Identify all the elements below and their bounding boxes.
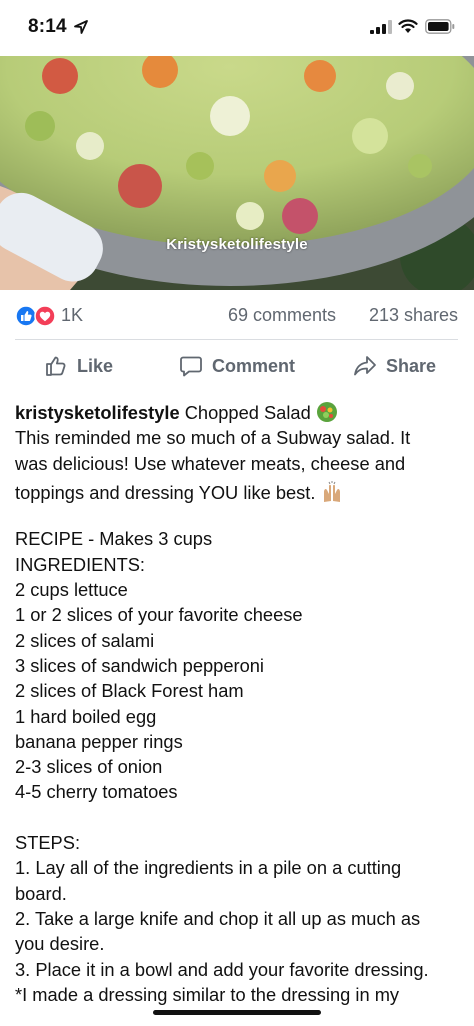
ingredient-item: 1 hard boiled egg: [15, 705, 157, 727]
status-time: 8:14: [28, 16, 67, 37]
comment-button[interactable]: Comment: [179, 352, 295, 380]
step-line: 1. Lay all of the ingredients in a pile …: [15, 857, 402, 879]
step-line: *I made a dressing similar to the dressi…: [15, 983, 400, 1005]
step-line: board.: [15, 882, 67, 904]
divider: [15, 339, 458, 340]
ingredient-item: 2 slices of Black Forest ham: [15, 680, 244, 702]
share-button[interactable]: Share: [353, 352, 436, 380]
reactions-bar: 1K 69 comments 213 shares: [15, 300, 458, 332]
post-title: Chopped Salad: [179, 402, 316, 423]
share-arrow-icon: [354, 356, 376, 376]
author-name[interactable]: kristysketolifestyle: [15, 402, 180, 423]
step-line: 2. Take a large knife and chop it all up…: [15, 907, 421, 929]
like-button[interactable]: Like: [44, 352, 113, 380]
cellular-signal-icon: [370, 20, 392, 34]
reaction-count[interactable]: 1K: [61, 305, 83, 326]
ingredient-item: 4-5 cherry tomatoes: [15, 781, 178, 803]
ingredient-item: 2 cups lettuce: [15, 579, 128, 601]
salad-emoji-icon: [316, 402, 337, 422]
post-action-bar: Like Comment Share: [0, 346, 474, 386]
like-reaction-icon: [15, 305, 37, 327]
raising-hands-emoji-icon: [323, 480, 340, 502]
ingredient-item: 2-3 slices of onion: [15, 756, 163, 778]
thumbs-up-icon: [46, 356, 66, 376]
intro-line: toppings and dressing YOU like best.: [15, 481, 321, 503]
intro-line-last: toppings and dressing YOU like best.: [15, 480, 465, 505]
step-line: 3. Place it in a bowl and add your favor…: [15, 958, 429, 980]
comments-count[interactable]: 69 comments: [228, 305, 336, 326]
post-title-line: kristysketolifestyle Chopped Salad: [15, 400, 465, 425]
photo-watermark: Kristysketolifestyle: [166, 236, 308, 253]
location-arrow-icon: [74, 20, 88, 34]
intro-line: This reminded me so much of a Subway sal…: [15, 427, 411, 449]
love-reaction-icon: [34, 305, 56, 327]
intro-line: was delicious! Use whatever meats, chees…: [15, 452, 406, 474]
reaction-icons[interactable]: [15, 305, 57, 327]
ingredient-item: banana pepper rings: [15, 730, 183, 752]
salad-photo: [0, 56, 474, 290]
comment-bubble-icon: [180, 356, 202, 377]
battery-icon: [425, 19, 455, 34]
post-photo[interactable]: Kristysketolifestyle: [0, 56, 474, 290]
status-bar: 8:14: [0, 0, 474, 56]
steps-header: STEPS:: [15, 832, 81, 854]
ingredient-item: 2 slices of salami: [15, 629, 155, 651]
ingredients-header: INGREDIENTS:: [15, 553, 146, 575]
wifi-icon: [398, 19, 418, 33]
step-line: you desire.: [15, 933, 105, 955]
like-label: Like: [77, 355, 114, 376]
comment-label: Comment: [212, 355, 296, 376]
post-body: kristysketolifestyle Chopped Salad This …: [15, 400, 465, 1007]
ingredient-item: 3 slices of sandwich pepperoni: [15, 654, 264, 676]
share-label: Share: [386, 355, 437, 376]
ingredient-item: 1 or 2 slices of your favorite cheese: [15, 604, 303, 626]
home-indicator[interactable]: [153, 1010, 321, 1015]
recipe-header: RECIPE - Makes 3 cups: [15, 528, 213, 550]
shares-count[interactable]: 213 shares: [369, 305, 458, 326]
